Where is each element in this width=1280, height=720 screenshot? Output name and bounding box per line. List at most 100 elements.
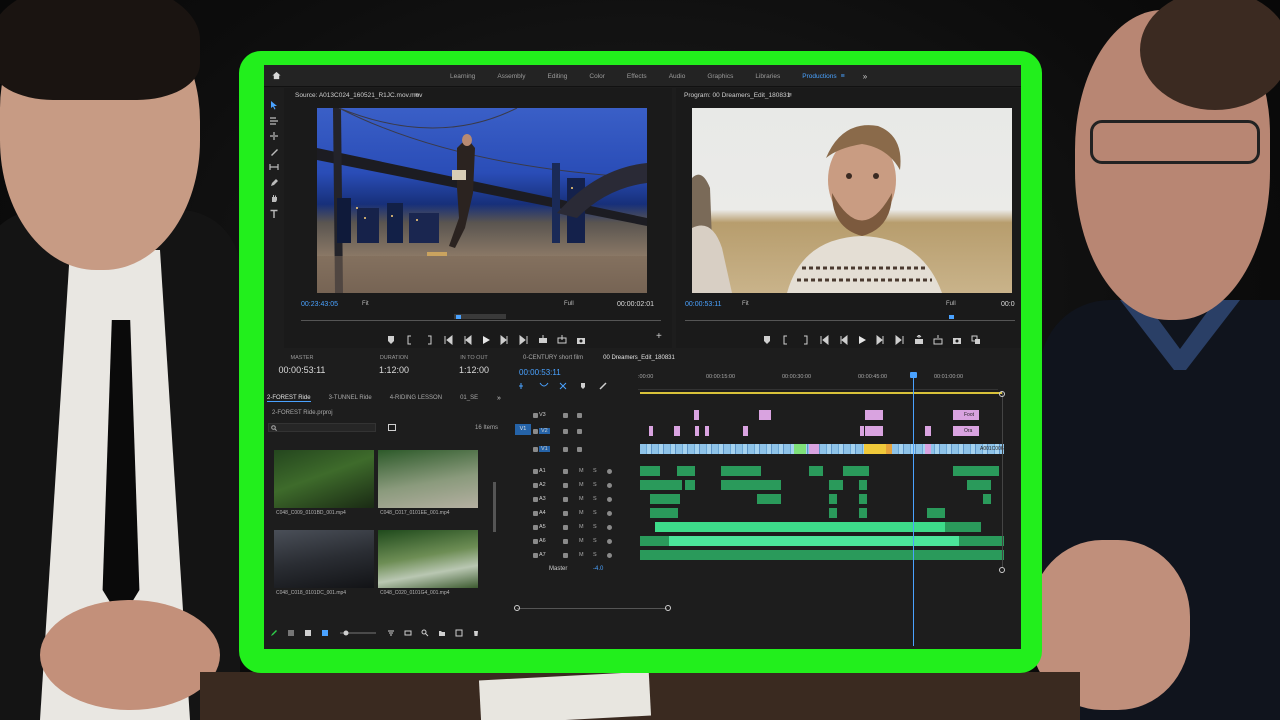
scroll-end-handle-icon[interactable] [664,604,672,612]
video-clip[interactable] [759,410,771,420]
audio-clip[interactable] [650,494,680,504]
mic-icon[interactable] [607,539,612,544]
comparison-view-icon[interactable] [971,335,981,345]
pen-tool-icon[interactable] [269,178,279,188]
clip-thumbnail[interactable] [378,450,478,508]
tab-libraries[interactable]: Libraries [755,73,780,80]
selection-tool-icon[interactable] [269,100,279,110]
audio-clip[interactable] [677,466,695,476]
go-to-in-icon[interactable] [443,335,453,345]
new-bin-icon[interactable] [438,629,446,637]
eye-icon[interactable] [577,447,582,452]
video-clip[interactable] [860,426,864,436]
lock-icon[interactable] [533,511,538,516]
step-back-icon[interactable] [838,335,848,345]
tab-effects[interactable]: Effects [627,73,647,80]
tab-color[interactable]: Color [589,73,605,80]
bin-scrollbar[interactable] [493,482,496,532]
sync-lock-icon[interactable] [563,511,568,516]
sort-icon[interactable] [387,629,395,637]
time-ruler[interactable]: :00:00 00:00:15:00 00:00:30:00 00:00:45:… [638,374,998,390]
more-workspaces-icon[interactable]: » [863,72,867,81]
ripple-edit-tool-icon[interactable] [269,131,279,141]
sync-lock-icon[interactable] [563,539,568,544]
tab-dreamers-edit[interactable]: 00 Dreamers_Edit_180831 [603,355,675,361]
program-monitor-title[interactable]: Program: 00 Dreamers_Edit_180831 [684,92,790,99]
sync-lock-icon[interactable] [563,447,568,452]
program-scrubber[interactable] [685,320,1015,321]
video-clip[interactable] [865,426,883,436]
tab-productions[interactable]: Productions [802,73,836,80]
export-frame-icon[interactable] [952,335,962,345]
program-quality-select[interactable]: Full [946,301,956,307]
video-clip[interactable] [864,444,886,454]
mute-button[interactable]: M [579,538,584,544]
bin-search-input[interactable] [268,423,376,432]
tab-tunnel-ride[interactable]: 3-TUNNEL Ride [329,395,372,402]
go-to-out-icon[interactable] [519,335,529,345]
lock-icon[interactable] [533,413,538,418]
timeline-horizontal-scrollbar[interactable] [517,608,667,609]
audio-clip[interactable] [859,494,867,504]
button-editor-plus-icon[interactable]: + [656,331,662,342]
clip-thumbnail[interactable] [378,530,478,588]
track-label[interactable]: A6 [539,538,546,544]
video-clip[interactable] [743,426,748,436]
tab-century-short-film[interactable]: 0-CENTURY short film [523,355,583,361]
go-to-out-icon[interactable] [895,335,905,345]
mic-icon[interactable] [607,525,612,530]
new-search-bin-icon[interactable] [388,423,396,431]
track-label[interactable]: A3 [539,496,546,502]
bin-more-tabs-icon[interactable]: » [497,395,501,402]
track-label[interactable]: V1 [539,446,550,452]
program-playhead-marker[interactable] [949,315,954,319]
solo-button[interactable]: S [593,552,597,558]
mark-in-icon[interactable] [781,335,791,345]
lock-icon[interactable] [533,539,538,544]
mic-icon[interactable] [607,497,612,502]
mute-button[interactable]: M [579,510,584,516]
audio-clip[interactable] [721,466,761,476]
pencil-icon[interactable] [270,629,278,637]
tab-riding-lesson[interactable]: 4-RIDING LESSON [390,395,442,402]
video-clip[interactable] [886,444,892,454]
add-marker-icon[interactable] [762,335,772,345]
audio-clip[interactable] [809,466,823,476]
video-clip[interactable]: Foot [953,410,979,420]
tab-assembly[interactable]: Assembly [497,73,525,80]
sync-lock-icon[interactable] [563,429,568,434]
video-clip[interactable] [695,426,699,436]
timeline-vertical-scrollbar[interactable] [1002,392,1003,567]
mic-icon[interactable] [607,469,612,474]
lock-icon[interactable] [533,469,538,474]
solo-button[interactable]: S [593,468,597,474]
mic-icon[interactable] [607,483,612,488]
lock-icon[interactable] [533,525,538,530]
zoom-slider[interactable] [338,629,378,637]
lock-icon[interactable] [533,483,538,488]
workspace-menu-icon[interactable]: ≡ [841,73,845,80]
audio-clip[interactable] [640,550,1004,560]
clip-thumbnail[interactable] [274,530,374,588]
audio-clip[interactable] [945,522,981,532]
audio-clip[interactable] [829,508,837,518]
audio-clip[interactable] [927,508,945,518]
vscroll-bottom-handle-icon[interactable] [998,566,1006,574]
sync-lock-icon[interactable] [563,497,568,502]
track-label[interactable]: V3 [539,412,546,418]
mute-button[interactable]: M [579,524,584,530]
audio-clip[interactable] [685,480,695,490]
solo-button[interactable]: S [593,482,597,488]
tab-editing[interactable]: Editing [548,73,568,80]
sync-lock-icon[interactable] [563,469,568,474]
audio-clip[interactable] [721,480,781,490]
mute-button[interactable]: M [579,552,584,558]
audio-clip[interactable] [953,466,999,476]
lock-icon[interactable] [533,429,538,434]
video-clip[interactable]: Ora [953,426,979,436]
slip-tool-icon[interactable] [269,162,279,172]
mute-button[interactable]: M [579,468,584,474]
track-label[interactable]: A1 [539,468,546,474]
sync-lock-icon[interactable] [563,413,568,418]
video-clip[interactable] [809,444,819,454]
